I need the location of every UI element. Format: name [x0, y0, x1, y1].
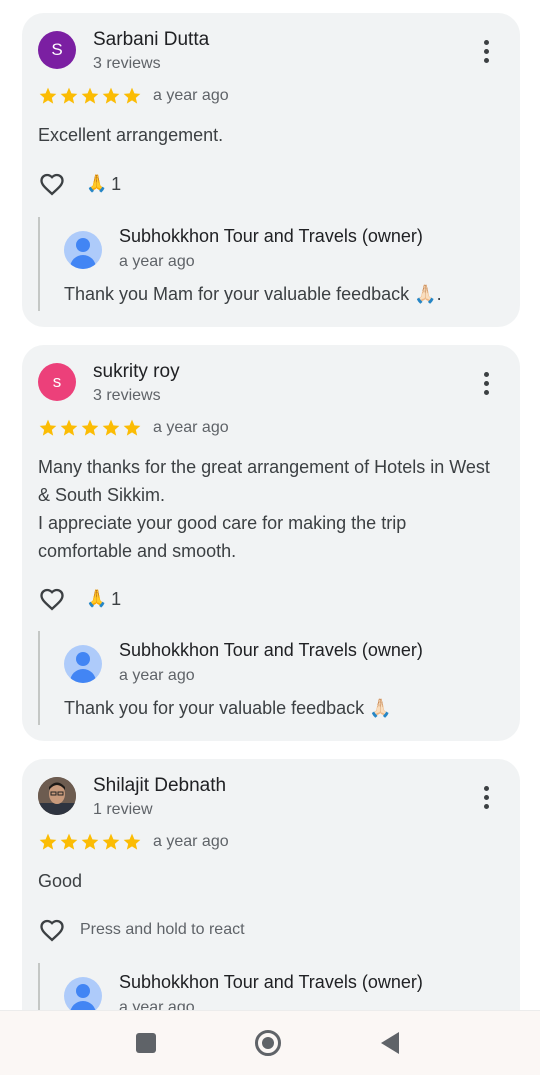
owner-reply-time: a year ago — [119, 667, 195, 684]
author-review-count: 3 reviews — [93, 55, 161, 72]
star-icon — [81, 87, 99, 104]
review-time: a year ago — [153, 419, 229, 436]
review-card: s sukrity roy 3 reviews a year ago Many … — [22, 345, 520, 741]
rating-row: a year ago — [38, 831, 229, 853]
star-icon — [39, 87, 57, 104]
author-name[interactable]: Shilajit Debnath — [93, 775, 226, 797]
folded-hands-icon[interactable]: 🙏 — [86, 174, 107, 194]
owner-reply-text: Thank you Mam for your valuable feedback… — [64, 284, 442, 304]
rating-row: a year ago — [38, 85, 229, 107]
star-icon — [123, 419, 141, 436]
star-icon — [102, 87, 120, 104]
owner-name: Subhokkhon Tour and Travels (owner) — [119, 972, 423, 992]
star-rating — [38, 832, 142, 852]
star-rating — [38, 418, 142, 438]
review-time: a year ago — [153, 833, 229, 850]
owner-reply-time: a year ago — [119, 999, 195, 1010]
star-icon — [60, 833, 78, 850]
star-icon — [39, 833, 57, 850]
author-name[interactable]: sukrity roy — [93, 361, 180, 383]
star-icon — [123, 833, 141, 850]
heart-icon[interactable] — [38, 916, 66, 944]
owner-name: Subhokkhon Tour and Travels (owner) — [119, 226, 423, 246]
star-icon — [60, 87, 78, 104]
author-name[interactable]: Sarbani Dutta — [93, 29, 209, 51]
owner-reply-time: a year ago — [119, 253, 195, 270]
more-options-icon[interactable] — [474, 779, 498, 815]
more-options-icon[interactable] — [474, 365, 498, 401]
star-icon — [123, 87, 141, 104]
star-icon — [39, 419, 57, 436]
owner-reply-text: Thank you for your valuable feedback 🙏🏻 — [64, 698, 392, 718]
review-text: Good — [38, 871, 83, 891]
reaction-count: 1 — [111, 588, 122, 609]
owner-avatar[interactable] — [64, 977, 102, 1010]
review-text: Excellent arrangement. — [38, 125, 224, 145]
owner-reply: Subhokkhon Tour and Travels (owner) a ye… — [38, 963, 506, 1010]
avatar[interactable]: s — [38, 363, 76, 401]
review-header: s sukrity roy 3 reviews — [38, 361, 504, 407]
author-review-count: 3 reviews — [93, 387, 161, 404]
avatar[interactable]: S — [38, 31, 76, 69]
review-header: Shilajit Debnath 1 review — [38, 775, 504, 821]
star-icon — [102, 419, 120, 436]
owner-reply: Subhokkhon Tour and Travels (owner) a ye… — [38, 631, 506, 725]
reaction-row: Press and hold to react — [38, 915, 245, 945]
react-hint: Press and hold to react — [80, 921, 245, 938]
star-icon — [81, 833, 99, 850]
recents-icon[interactable] — [132, 1029, 160, 1057]
owner-avatar[interactable] — [64, 645, 102, 683]
owner-avatar[interactable] — [64, 231, 102, 269]
avatar[interactable] — [38, 777, 76, 815]
reviews-feed[interactable]: S Sarbani Dutta 3 reviews a year ago Exc… — [0, 0, 540, 1010]
home-icon[interactable] — [254, 1029, 282, 1057]
owner-reply: Subhokkhon Tour and Travels (owner) a ye… — [38, 217, 506, 311]
review-time: a year ago — [153, 87, 229, 104]
rating-row: a year ago — [38, 417, 229, 439]
profile-photo — [38, 777, 76, 815]
author-review-count: 1 review — [93, 801, 153, 818]
review-header: S Sarbani Dutta 3 reviews — [38, 29, 504, 75]
star-icon — [60, 419, 78, 436]
review-text: Many thanks for the great arrangement of… — [38, 457, 490, 561]
system-navigation-bar — [0, 1010, 540, 1075]
folded-hands-icon[interactable]: 🙏 — [86, 589, 107, 609]
more-options-icon[interactable] — [474, 33, 498, 69]
star-rating — [38, 86, 142, 106]
heart-icon[interactable] — [38, 585, 66, 613]
review-card: S Sarbani Dutta 3 reviews a year ago Exc… — [22, 13, 520, 327]
reaction-row: 🙏 1 — [38, 584, 121, 614]
heart-icon[interactable] — [38, 170, 66, 198]
owner-name: Subhokkhon Tour and Travels (owner) — [119, 640, 423, 660]
reaction-count: 1 — [111, 173, 122, 194]
reaction-row: 🙏 1 — [38, 169, 121, 199]
star-icon — [102, 833, 120, 850]
review-card: Shilajit Debnath 1 review a year ago Goo… — [22, 759, 520, 1010]
back-icon[interactable] — [376, 1029, 404, 1057]
star-icon — [81, 419, 99, 436]
